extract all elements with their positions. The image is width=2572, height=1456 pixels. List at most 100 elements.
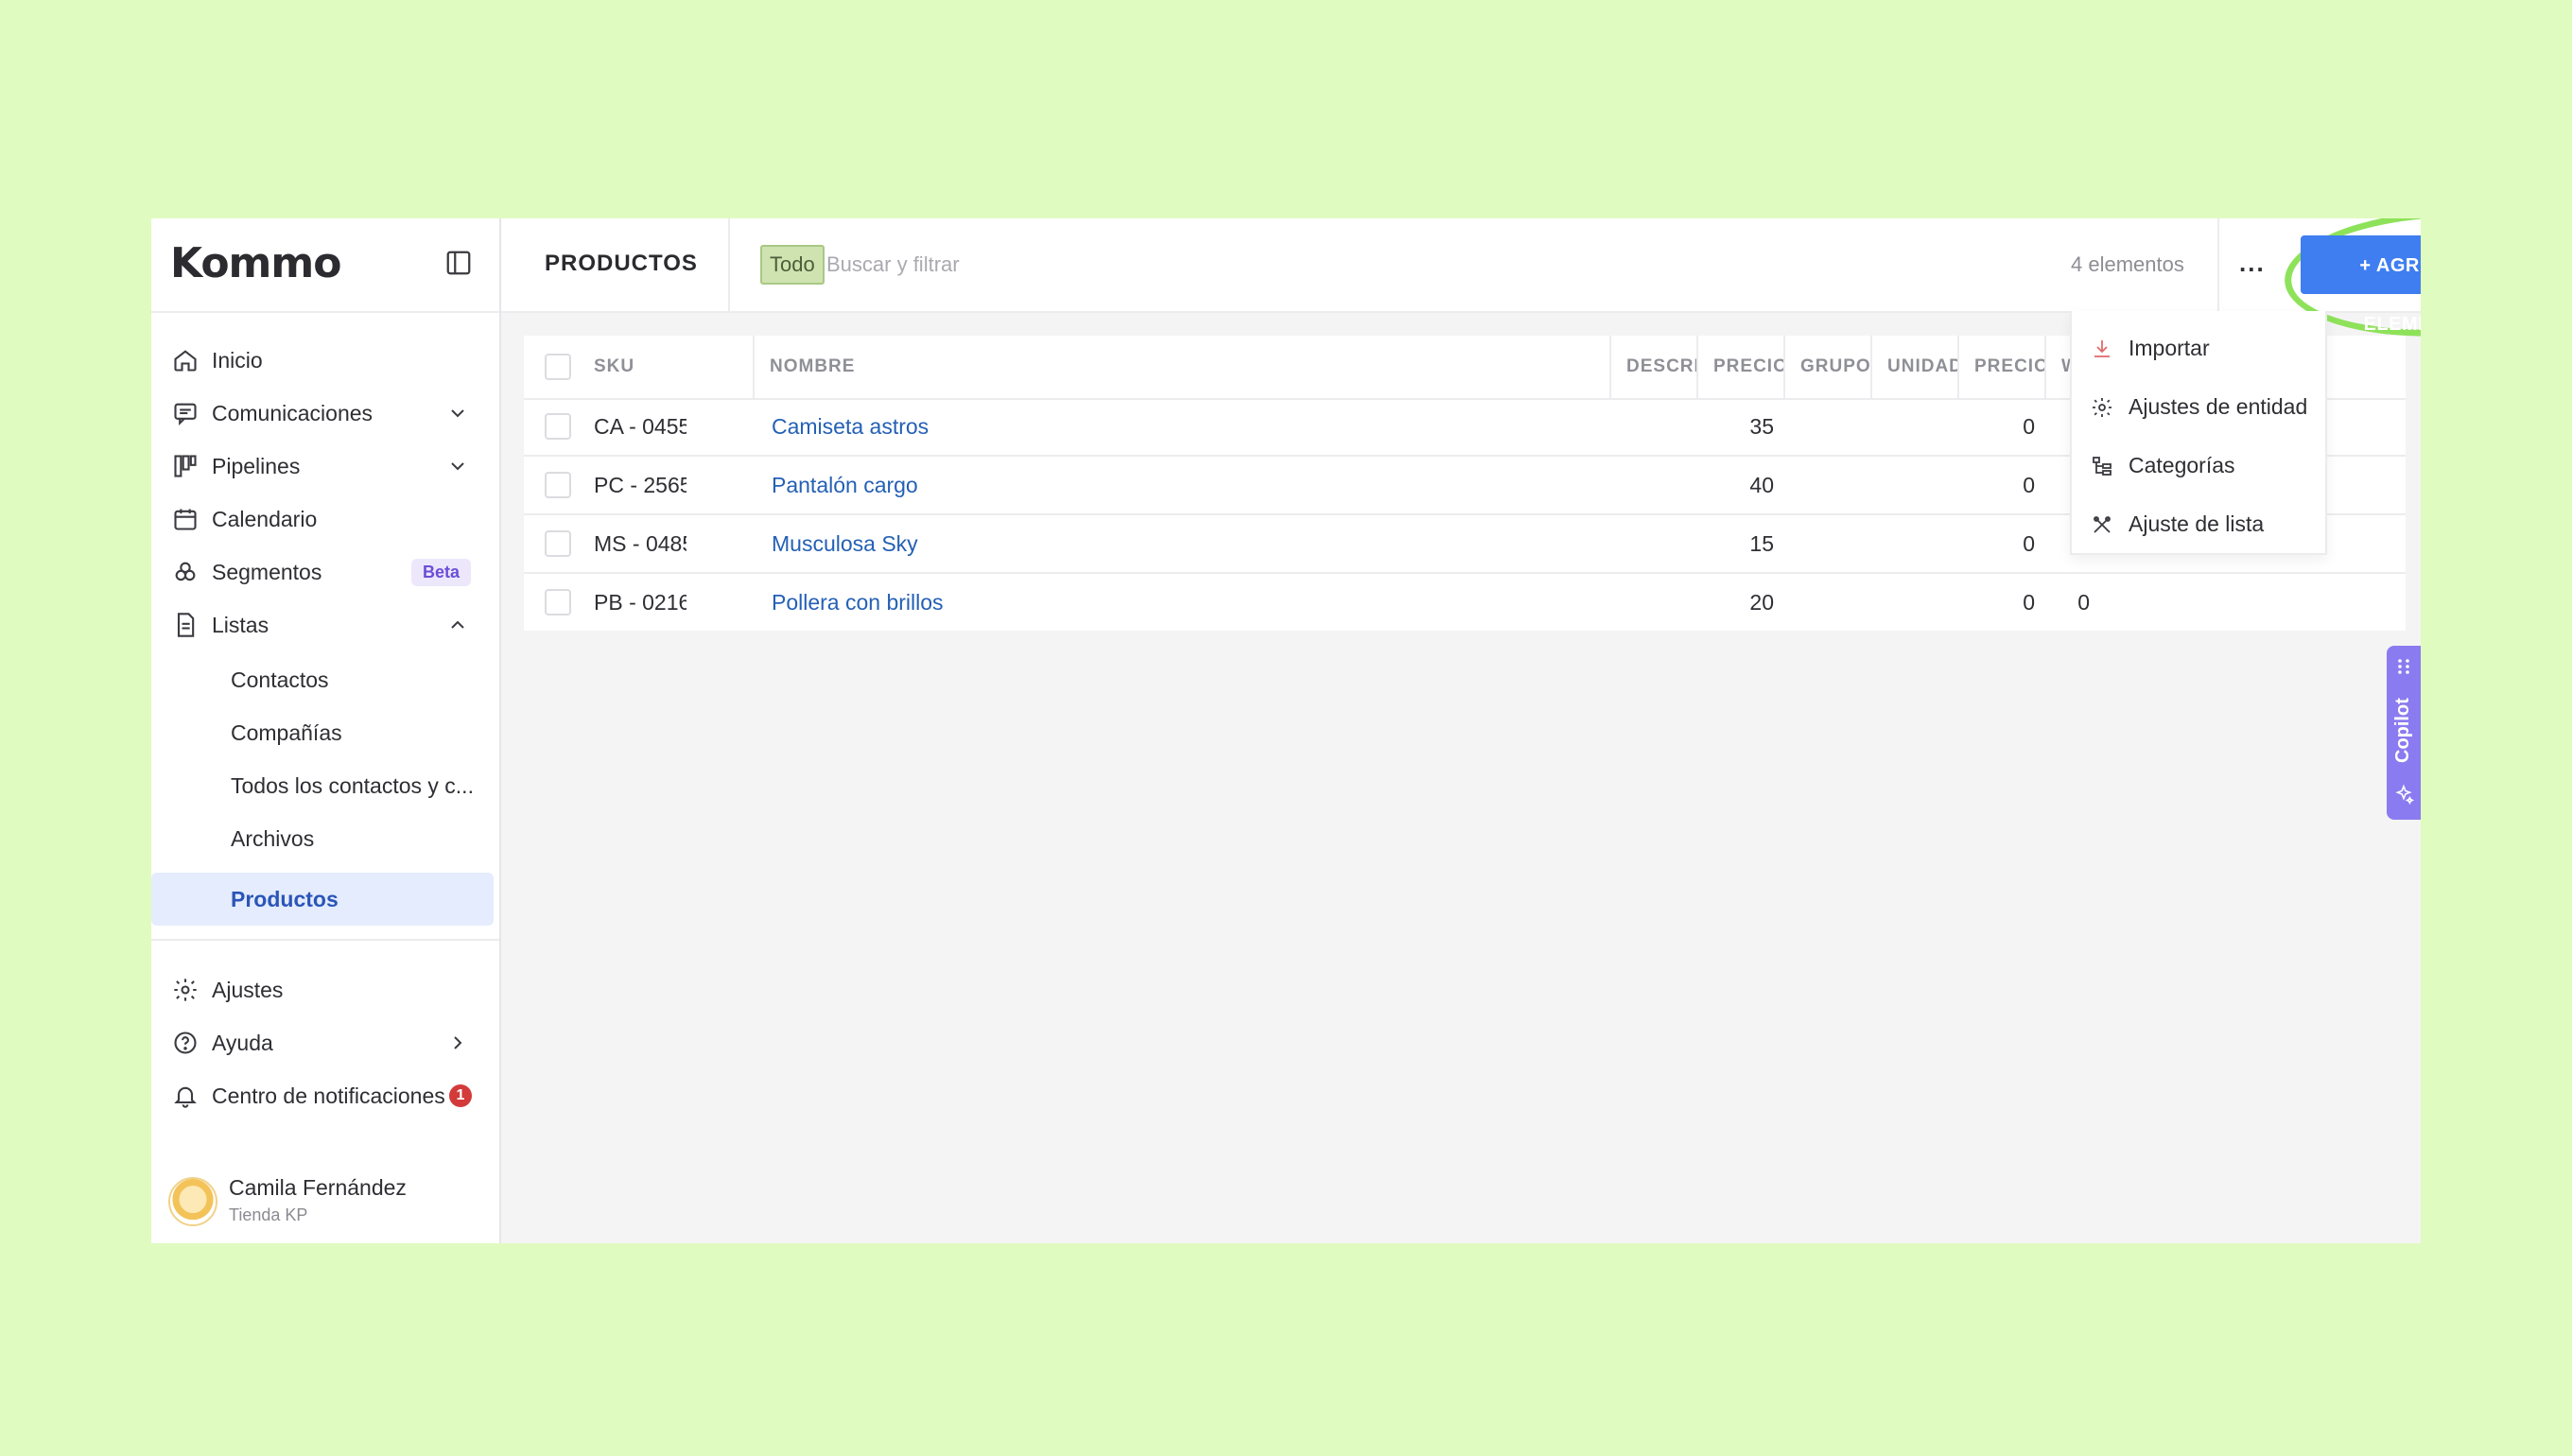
sidebar-item-label: Ayuda <box>212 1031 273 1055</box>
add-element-button[interactable]: + AGREGAR ELEMENTO <box>2301 235 2421 335</box>
menu-item-categorias[interactable]: Categorías <box>2072 438 2325 494</box>
column-header-grupo[interactable]: GRUPO <box>1785 336 1872 398</box>
cell-price: 15 <box>1749 531 1774 556</box>
download-icon <box>2094 340 2110 357</box>
row-checkbox[interactable] <box>545 413 571 440</box>
sidebar-item-label: Segmentos <box>212 560 322 584</box>
cell-sku: PC - 2565 <box>594 473 686 497</box>
sidebar-item-ajustes[interactable]: Ajustes <box>151 963 499 1016</box>
cell-price-2: 0 <box>2023 590 2035 615</box>
notification-count-badge: 1 <box>449 1084 472 1107</box>
sidebar-subitem-companias[interactable]: Compañías <box>151 706 492 759</box>
sidebar-subitem-productos[interactable]: Productos <box>151 873 494 926</box>
filter-chip-all[interactable]: Todo <box>760 245 825 285</box>
cell-price-2: 0 <box>2023 414 2035 439</box>
column-header-precio-2[interactable]: PRECIO <box>1959 336 2046 398</box>
kommo-logo[interactable]: Kommo <box>170 239 341 287</box>
cell-price: 20 <box>1749 590 1774 615</box>
sidebar-item-inicio[interactable]: Inicio <box>151 334 499 387</box>
help-icon <box>174 1031 197 1054</box>
cell-name-link[interactable]: Camiseta astros <box>772 398 1244 455</box>
sidebar-subitem-todos-contactos[interactable]: Todos los contactos y c... <box>151 759 492 812</box>
more-options-button[interactable]: ... <box>2239 249 2266 278</box>
options-dropdown-menu: Importar Ajustes de entidad Categorías A… <box>2070 311 2327 555</box>
drag-handle-icon[interactable] <box>2394 657 2413 676</box>
sidebar-item-label: Listas <box>212 613 269 637</box>
column-header-precio[interactable]: PRECIO <box>1698 336 1785 398</box>
sidebar-subitem-label: Compañías <box>231 720 342 745</box>
sidebar-subitem-contactos[interactable]: Contactos <box>151 653 492 706</box>
bell-icon <box>174 1086 197 1108</box>
chevron-up-icon[interactable] <box>446 614 469 636</box>
sidebar-item-label: Comunicaciones <box>212 401 374 425</box>
sidebar-item-pipelines[interactable]: Pipelines <box>151 440 499 493</box>
pipeline-icon <box>174 455 197 477</box>
table-row[interactable]: PB - 0216 Pollera con brillos 20 0 0 <box>524 574 2406 631</box>
row-checkbox[interactable] <box>545 530 571 557</box>
cell-name-link[interactable]: Musculosa Sky <box>772 515 1244 572</box>
column-header-sku[interactable]: SKU <box>579 336 755 398</box>
cell-sku: PB - 0216 <box>594 590 686 615</box>
sidebar-subitem-archivos[interactable]: Archivos <box>151 812 492 865</box>
sidebar-item-label: Inicio <box>212 348 263 373</box>
sidebar-divider <box>151 939 499 941</box>
sidebar-subitem-label: Todos los contactos y c... <box>231 773 474 798</box>
sidebar-item-label: Centro de notificaciones <box>212 1083 445 1108</box>
calendar-icon <box>174 509 197 530</box>
cell-name-link[interactable]: Pollera con brillos <box>772 574 1244 631</box>
cell-sku: MS - 0485 <box>594 531 686 556</box>
beta-badge: Beta <box>411 559 472 586</box>
sidebar-item-listas[interactable]: Listas <box>151 598 499 651</box>
sidebar-subitem-label: Archivos <box>231 826 315 851</box>
sidebar-item-notificaciones[interactable]: Centro de notificaciones 1 <box>151 1069 499 1122</box>
app-window: Kommo Inicio Comunicaciones Pipelines Ca… <box>151 218 2421 1243</box>
chevron-down-icon[interactable] <box>446 455 469 477</box>
menu-item-label: Ajustes de entidad <box>2129 394 2308 419</box>
home-icon <box>174 350 197 372</box>
sidebar: Kommo Inicio Comunicaciones Pipelines Ca… <box>151 218 501 1243</box>
cell-price: 35 <box>1749 414 1774 439</box>
menu-item-label: Importar <box>2129 336 2210 360</box>
column-header-unidad[interactable]: UNIDAD <box>1872 336 1959 398</box>
document-icon <box>177 613 195 637</box>
sidebar-item-label: Ajustes <box>212 978 284 1002</box>
cell-price: 40 <box>1749 473 1774 497</box>
chevron-right-icon[interactable] <box>446 1031 469 1054</box>
select-all-checkbox[interactable] <box>545 354 571 380</box>
menu-item-label: Categorías <box>2129 453 2235 477</box>
sidebar-item-label: Calendario <box>212 507 318 531</box>
cell-wholesale: 0 <box>2077 590 2090 615</box>
page-title: PRODUCTOS <box>545 251 698 276</box>
user-name: Camila Fernández <box>229 1175 407 1200</box>
cell-name-link[interactable]: Pantalón cargo <box>772 457 1244 513</box>
copilot-tab[interactable]: Copilot <box>2387 646 2421 820</box>
sidebar-item-segmentos[interactable]: Segmentos Beta <box>151 546 499 598</box>
user-profile[interactable]: Camila Fernández Tienda KP <box>168 1171 490 1228</box>
user-company: Tienda KP <box>229 1205 308 1224</box>
chat-icon <box>174 403 197 426</box>
sidebar-subitem-label: Productos <box>231 887 339 911</box>
gear-icon <box>2093 398 2111 417</box>
sidebar-collapse-icon[interactable] <box>444 249 473 277</box>
sidebar-item-calendario[interactable]: Calendario <box>151 493 499 546</box>
top-bar: PRODUCTOS Todo 4 elementos ... + AGREGAR… <box>501 218 2421 344</box>
tree-icon <box>2093 457 2111 476</box>
row-checkbox[interactable] <box>545 472 571 498</box>
element-count: 4 elementos <box>2071 252 2184 276</box>
menu-item-ajustes-entidad[interactable]: Ajustes de entidad <box>2072 379 2325 436</box>
column-header-nombre[interactable]: NOMBRE <box>755 336 1611 398</box>
chevron-down-icon[interactable] <box>446 402 469 425</box>
row-checkbox[interactable] <box>545 589 571 615</box>
column-header-descripcion[interactable]: DESCRIPCIÓN <box>1611 336 1698 398</box>
segments-icon <box>175 562 196 581</box>
sidebar-item-ayuda[interactable]: Ayuda <box>151 1016 499 1069</box>
sidebar-item-comunicaciones[interactable]: Comunicaciones <box>151 387 499 440</box>
search-input[interactable] <box>825 245 1396 285</box>
count-divider <box>2217 218 2219 311</box>
menu-item-importar[interactable]: Importar <box>2072 321 2325 377</box>
menu-item-ajuste-lista[interactable]: Ajuste de lista <box>2072 496 2325 553</box>
sparkle-icon <box>2395 784 2414 805</box>
copilot-label: Copilot <box>2392 698 2413 763</box>
sidebar-item-label: Pipelines <box>212 454 301 478</box>
title-divider <box>728 218 730 311</box>
